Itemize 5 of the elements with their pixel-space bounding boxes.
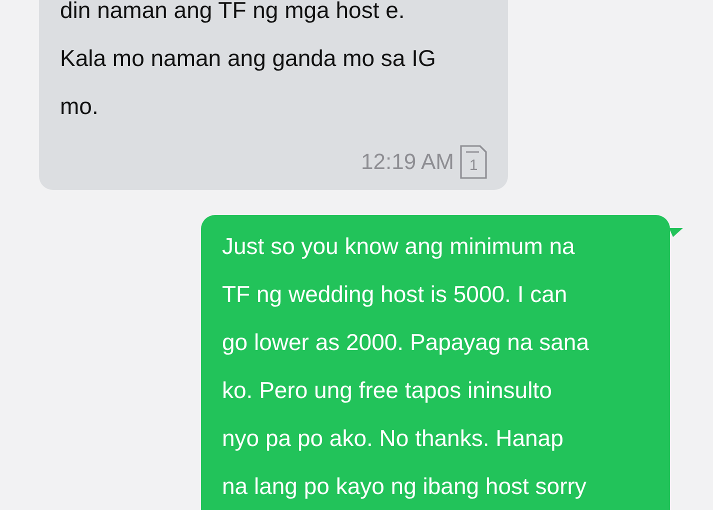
message-text: din naman ang TF ng mga host e. Kala mo naman ang ganda mo sa IG mo. xyxy=(60,0,437,121)
message-text: Just so you know ang minimum na TF ng wedding host is 5000. I can go lower as 2000. Papayag na sana ko. Pero ung free tapos ininsulto nyo pa po ako. No thanks. Hanap na lang po kayo ng ibang host sorry xyxy=(222,232,590,501)
message-time: 12:19 AM xyxy=(361,149,454,175)
sim-slot-number: 1 xyxy=(469,156,478,174)
sim-card-icon xyxy=(460,145,487,179)
